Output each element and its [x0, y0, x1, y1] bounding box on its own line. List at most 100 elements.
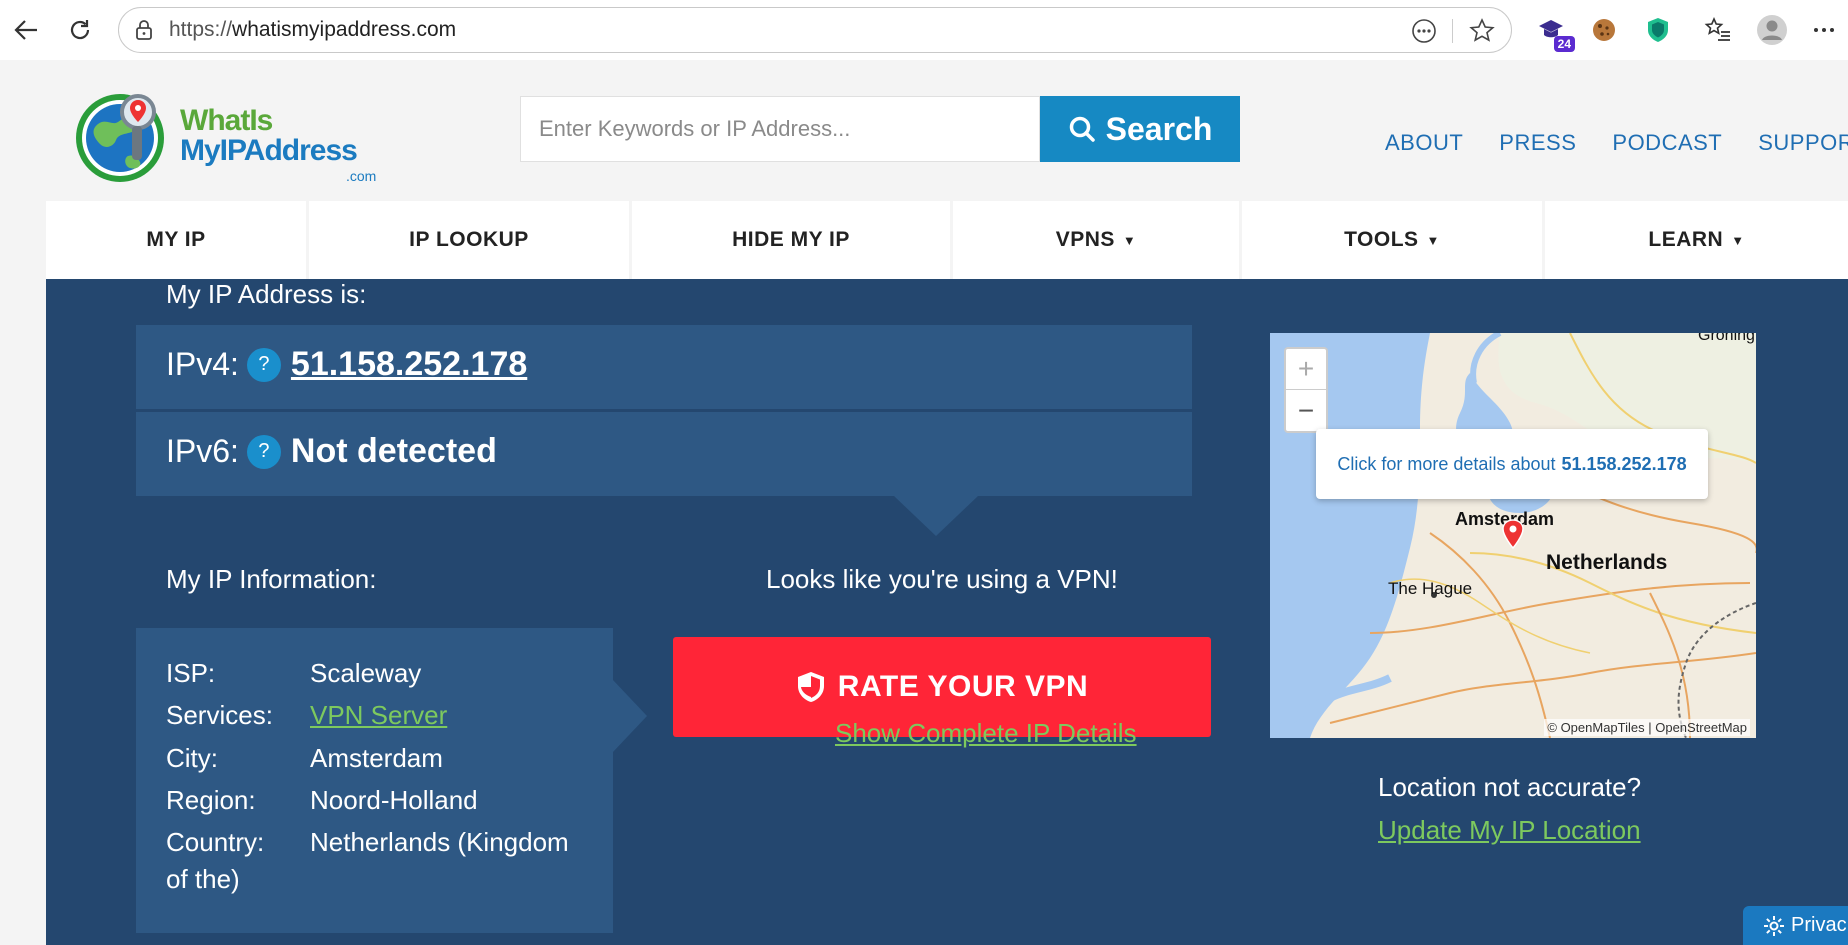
graduation-cap-extension-icon[interactable]: 24 — [1535, 14, 1575, 52]
info-key: City: — [166, 743, 218, 773]
privacy-settings-button[interactable]: Privac — [1743, 906, 1848, 945]
nav-tools[interactable]: TOOLS ▼ — [1242, 201, 1542, 279]
map-popup[interactable]: Click for more details about 51.158.252.… — [1316, 429, 1708, 499]
pointer-triangle — [894, 496, 978, 536]
top-links: ABOUT PRESS PODCAST SUPPORT — [1385, 130, 1848, 156]
info-key: ISP: — [166, 658, 216, 688]
info-row-city: City: Amsterdam — [166, 743, 443, 774]
location-pin-icon — [1502, 519, 1524, 549]
profile-avatar-icon[interactable] — [1756, 14, 1788, 46]
link-press[interactable]: PRESS — [1499, 130, 1576, 156]
address-bar[interactable]: https://whatismyipaddress.com — [118, 7, 1512, 53]
gear-icon — [1764, 915, 1784, 936]
info-key: Country: — [166, 827, 265, 857]
shield-extension-icon[interactable] — [1642, 14, 1674, 46]
ip-panel: My IP Address is: IPv4: ? 51.158.252.178… — [46, 279, 1848, 945]
more-actions-icon[interactable] — [1409, 16, 1439, 46]
dropdown-caret-icon: ▼ — [1426, 232, 1440, 248]
info-row-country: Country: Netherlands (Kingdom — [166, 827, 569, 858]
browser-toolbar: https://whatismyipaddress.com 24 — [0, 0, 1848, 60]
url-protocol: https:// — [169, 18, 233, 41]
map-label-hague: The Hague — [1388, 579, 1473, 598]
vpn-notice: Looks like you're using a VPN! — [766, 564, 1118, 594]
privacy-label: Privac — [1791, 914, 1847, 936]
info-value: Netherlands (Kingdom — [310, 827, 569, 857]
nav-learn[interactable]: LEARN ▼ — [1545, 201, 1848, 279]
url-text[interactable]: https://whatismyipaddress.com — [169, 18, 456, 42]
favorites-list-icon[interactable] — [1702, 14, 1734, 46]
shield-icon — [797, 672, 824, 702]
nav-label: TOOLS — [1344, 228, 1419, 251]
popup-ip: 51.158.252.178 — [1561, 453, 1687, 474]
info-value: Scaleway — [310, 658, 422, 688]
ipv4-label: IPv4: — [166, 346, 239, 382]
map-label-groningen: Groning — [1698, 333, 1755, 344]
info-row-isp: ISP: Scaleway — [166, 658, 421, 689]
search-icon — [1069, 116, 1095, 142]
info-value: Amsterdam — [310, 743, 443, 773]
map-label-netherlands: Netherlands — [1546, 551, 1668, 574]
ipv6-value: Not detected — [290, 432, 497, 470]
favorite-star-icon[interactable] — [1467, 16, 1497, 46]
zoom-in-button[interactable]: + — [1286, 349, 1326, 390]
info-key: Region: — [166, 785, 256, 815]
logo-line-1: WhatIs — [180, 104, 273, 137]
info-value: Noord-Holland — [310, 785, 478, 815]
location-map[interactable]: + − Click for more details about 51.158.… — [1270, 333, 1756, 738]
help-icon[interactable]: ? — [246, 347, 281, 382]
link-podcast[interactable]: PODCAST — [1612, 130, 1722, 156]
popup-text: Click for more details about — [1337, 453, 1556, 474]
extension-badge: 24 — [1553, 36, 1575, 52]
nav-hide-my-ip[interactable]: HIDE MY IP — [632, 201, 950, 279]
cookie-extension-icon[interactable] — [1588, 14, 1620, 46]
reload-icon[interactable] — [60, 10, 100, 50]
nav-label: LEARN — [1648, 228, 1724, 251]
info-row-services: Services: VPN Server — [166, 700, 447, 731]
site-header: WhatIs MyIPAddress .com Search ABOUT PRE… — [0, 60, 1848, 200]
link-support[interactable]: SUPPORT — [1758, 130, 1848, 156]
main-navigation: MY IP IP LOOKUP HIDE MY IP VPNS ▼ TOOLS ▼ … — [46, 201, 1848, 279]
nav-ip-lookup[interactable]: IP LOOKUP — [309, 201, 629, 279]
lock-icon[interactable] — [133, 19, 155, 41]
info-row-region: Region: Noord-Holland — [166, 785, 478, 816]
search-button-label: Search — [1105, 110, 1213, 147]
nav-label: HIDE MY IP — [732, 228, 850, 251]
zoom-out-button[interactable]: − — [1286, 390, 1326, 431]
map-attribution[interactable]: © OpenMapTiles | OpenStreetMap — [1544, 719, 1750, 736]
ip-heading: My IP Address is: — [166, 279, 367, 309]
logo-line-2: MyIPAddress — [180, 134, 358, 167]
ipv4-box: IPv4: ? 51.158.252.178 — [136, 325, 1192, 409]
nav-label: IP LOOKUP — [409, 228, 529, 251]
back-arrow-icon[interactable] — [6, 10, 46, 50]
ipv4-value[interactable]: 51.158.252.178 — [291, 345, 527, 384]
rate-vpn-label: RATE YOUR VPN — [837, 670, 1089, 703]
info-box-arrow — [613, 680, 647, 752]
info-value: of the) — [166, 864, 240, 894]
nav-vpns[interactable]: VPNS ▼ — [953, 201, 1239, 279]
help-icon[interactable]: ? — [246, 434, 281, 469]
settings-more-icon[interactable] — [1808, 14, 1840, 46]
ipv6-label: IPv6: — [166, 433, 239, 469]
logo-line-3: .com — [346, 168, 377, 184]
link-about[interactable]: ABOUT — [1385, 130, 1463, 156]
map-zoom-controls: + − — [1284, 347, 1328, 433]
show-ip-details-link[interactable]: Show Complete IP Details — [835, 718, 1137, 749]
dropdown-caret-icon: ▼ — [1122, 232, 1137, 248]
services-link[interactable]: VPN Server — [310, 700, 447, 730]
location-question: Location not accurate? — [1378, 772, 1642, 802]
dropdown-caret-icon: ▼ — [1731, 232, 1745, 248]
info-key: Services: — [166, 700, 273, 730]
ipv6-box: IPv6: ? Not detected — [136, 412, 1192, 496]
address-bar-divider — [1452, 19, 1453, 43]
update-location-link[interactable]: Update My IP Location — [1378, 815, 1641, 846]
nav-label: MY IP — [146, 228, 206, 251]
search-field-container — [520, 96, 1040, 162]
info-row-country-cont: of the) — [166, 864, 240, 895]
search-input[interactable] — [521, 97, 1039, 161]
info-heading: My IP Information: — [166, 564, 377, 594]
nav-my-ip[interactable]: MY IP — [46, 201, 306, 279]
globe-magnifier-icon — [76, 94, 164, 182]
nav-label: VPNS — [1055, 228, 1115, 251]
search-button[interactable]: Search — [1040, 96, 1240, 162]
site-logo[interactable]: WhatIs MyIPAddress .com — [68, 84, 388, 194]
